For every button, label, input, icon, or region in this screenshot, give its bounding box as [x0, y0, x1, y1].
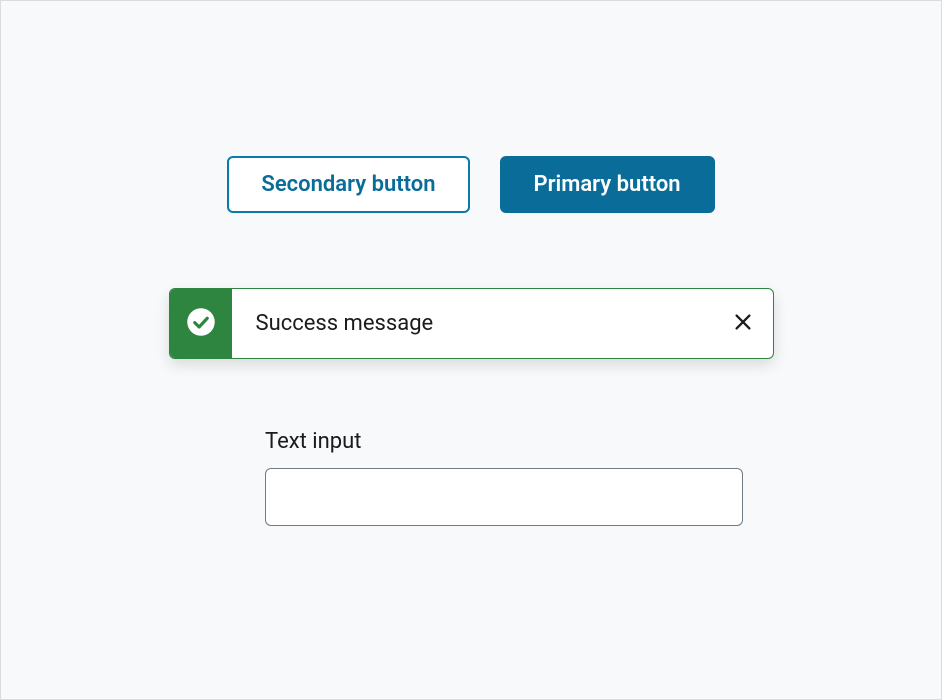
success-alert: Success message [169, 288, 774, 359]
primary-button[interactable]: Primary button [500, 156, 715, 213]
alert-message: Success message [232, 289, 713, 358]
input-label: Text input [265, 429, 743, 454]
button-row: Secondary button Primary button [227, 156, 714, 213]
alert-icon-container [170, 289, 232, 358]
input-group: Text input [265, 429, 743, 526]
secondary-button[interactable]: Secondary button [227, 156, 469, 213]
close-button[interactable] [713, 289, 773, 358]
text-input[interactable] [265, 468, 743, 526]
check-circle-icon [186, 307, 216, 341]
close-icon [732, 311, 754, 337]
